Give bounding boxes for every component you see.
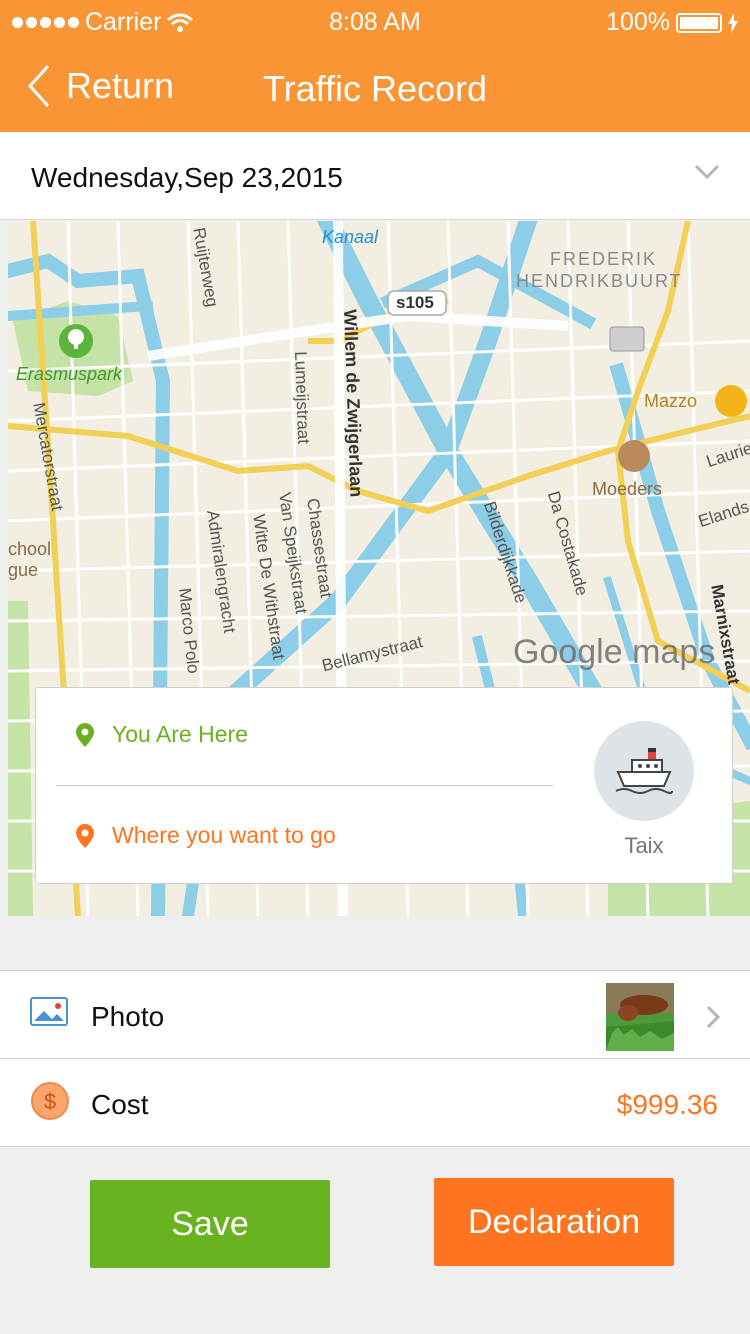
battery-icon — [676, 12, 722, 33]
map-label-s105: s105 — [396, 293, 434, 312]
map-label-hendrikbuurt: HENDRIKBUURT — [516, 271, 683, 291]
ship-icon — [615, 748, 673, 794]
map-label-frederik: FREDERIK — [550, 249, 658, 269]
map-label-erasmuspark: Erasmuspark — [16, 364, 123, 384]
transport-icon-circle — [594, 721, 694, 821]
cost-label: Cost — [91, 1089, 149, 1120]
map-watermark: Google maps — [513, 633, 716, 671]
cost-value: $999.36 — [616, 1089, 718, 1120]
save-button[interactable]: Save — [90, 1180, 330, 1268]
battery-info: 100% — [606, 8, 738, 37]
dollar-icon: $ — [31, 1082, 69, 1120]
photo-row[interactable]: Photo — [0, 971, 750, 1059]
transport-label: Taix — [624, 833, 664, 858]
header-bar: Carrier 8:08 AM 100% Return Traffic Reco… — [0, 0, 750, 132]
image-icon — [30, 997, 68, 1026]
map-label-kanaal: Kanaal — [322, 227, 379, 247]
map-label-moeders: Moeders — [592, 479, 663, 499]
charging-icon — [728, 12, 738, 33]
chevron-down-icon — [694, 164, 720, 180]
destination-label: Where you want to go — [112, 822, 336, 848]
detail-list: Photo $ Cost $999.36 — [0, 970, 750, 1147]
declaration-button[interactable]: Declaration — [434, 1178, 674, 1266]
map-label-lumeijstraat: Lumeijstraat — [291, 351, 314, 445]
transport-mode-button[interactable]: Taix — [594, 721, 694, 859]
chevron-right-icon — [706, 1005, 720, 1029]
date-value: Wednesday,Sep 23,2015 — [31, 162, 343, 193]
location-pin-icon — [76, 722, 94, 747]
photo-thumbnail[interactable] — [606, 983, 674, 1051]
cost-row[interactable]: $ Cost $999.36 — [0, 1059, 750, 1147]
origin-label: You Are Here — [112, 721, 248, 747]
page-title: Traffic Record — [262, 68, 488, 109]
svg-text:$: $ — [44, 1089, 56, 1114]
photo-label: Photo — [91, 1001, 165, 1032]
map-label-gue: gue — [8, 560, 39, 580]
route-divider — [56, 785, 553, 786]
location-pin-icon — [76, 823, 94, 848]
origin-field[interactable]: You Are Here — [76, 721, 248, 748]
date-selector[interactable]: Wednesday,Sep 23,2015 — [0, 132, 750, 220]
map-label-school: chool — [8, 539, 52, 559]
map-label-mazzo: Mazzo — [644, 391, 698, 411]
nav-bar: Return Traffic Record — [0, 40, 750, 132]
status-bar: Carrier 8:08 AM 100% — [0, 0, 750, 40]
route-card: You Are Here Where you want to go Taix — [35, 687, 733, 884]
destination-field[interactable]: Where you want to go — [76, 822, 336, 849]
battery-percent: 100% — [606, 8, 670, 36]
